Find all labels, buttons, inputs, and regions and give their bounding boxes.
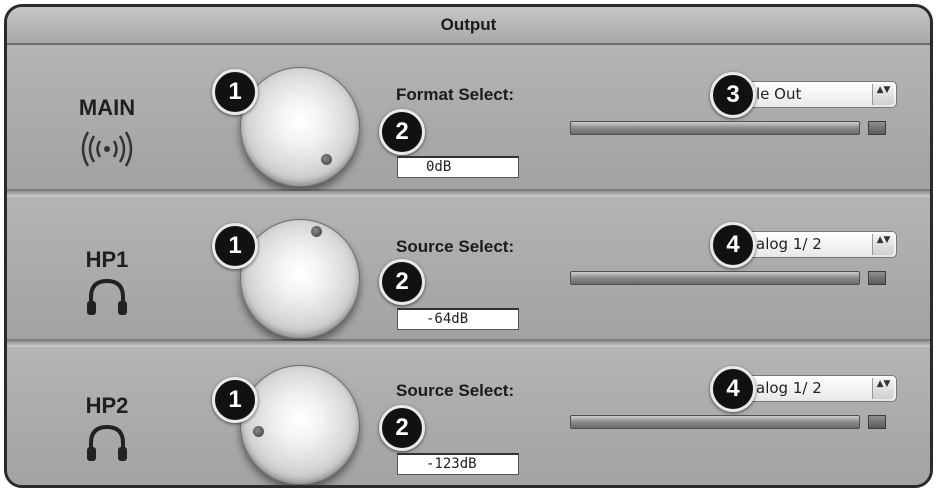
knob-indicator-dot	[253, 426, 264, 437]
channel-name: MAIN	[78, 95, 136, 120]
level-slider-thumb[interactable]	[868, 271, 886, 285]
source-select-label: Source Select:	[396, 237, 515, 256]
channel-row-hp1: HP1 1 Source Select: 2 -64dB alog 1/ 2 ▲…	[7, 197, 930, 341]
dropdown-arrows-icon: ▲▼	[872, 84, 894, 105]
volume-knob[interactable]	[240, 219, 360, 339]
callout-badge: 1	[212, 69, 258, 115]
level-slider-track[interactable]	[570, 121, 860, 135]
volume-knob[interactable]	[240, 365, 360, 485]
level-slider-thumb[interactable]	[868, 121, 886, 135]
window-title: Output	[7, 7, 930, 45]
speaker-waves-icon	[81, 131, 133, 167]
dropdown-value: alog 1/ 2	[756, 379, 822, 397]
level-readout: -123dB	[397, 453, 519, 475]
channel-row-main: MAIN 1 Format Select: 2 0dB le Out ▲▼ 3	[7, 45, 930, 191]
level-readout: -64dB	[397, 308, 519, 330]
callout-badge: 1	[212, 377, 258, 423]
headphones-icon	[87, 424, 127, 461]
callout-badge: 2	[379, 109, 425, 155]
callout-badge: 3	[710, 72, 756, 118]
level-readout: 0dB	[397, 156, 519, 178]
source-select-label: Source Select:	[396, 381, 515, 400]
callout-badge: 2	[379, 259, 425, 305]
level-slider-track[interactable]	[570, 415, 860, 429]
output-window: Output MAIN 1 Format Select: 2 0dB le Ou…	[4, 4, 933, 488]
knob-indicator-dot	[321, 154, 332, 165]
callout-badge: 4	[710, 366, 756, 412]
callout-badge: 1	[212, 223, 258, 269]
volume-knob[interactable]	[240, 67, 360, 187]
channel-name: HP1	[85, 247, 129, 272]
channel-row-hp2: HP2 1 Source Select: 2 -123dB alog 1/ 2 …	[7, 347, 930, 485]
level-slider-thumb[interactable]	[868, 415, 886, 429]
callout-badge: 4	[710, 222, 756, 268]
knob-indicator-dot	[311, 226, 322, 237]
dropdown-value: le Out	[756, 85, 802, 103]
dropdown-arrows-icon: ▲▼	[872, 378, 894, 399]
callout-badge: 2	[379, 405, 425, 451]
format-select-label: Format Select:	[396, 85, 515, 104]
headphones-icon	[87, 278, 127, 315]
channel-name: HP2	[85, 393, 129, 418]
dropdown-value: alog 1/ 2	[756, 235, 822, 253]
dropdown-arrows-icon: ▲▼	[872, 234, 894, 255]
level-slider-track[interactable]	[570, 271, 860, 285]
